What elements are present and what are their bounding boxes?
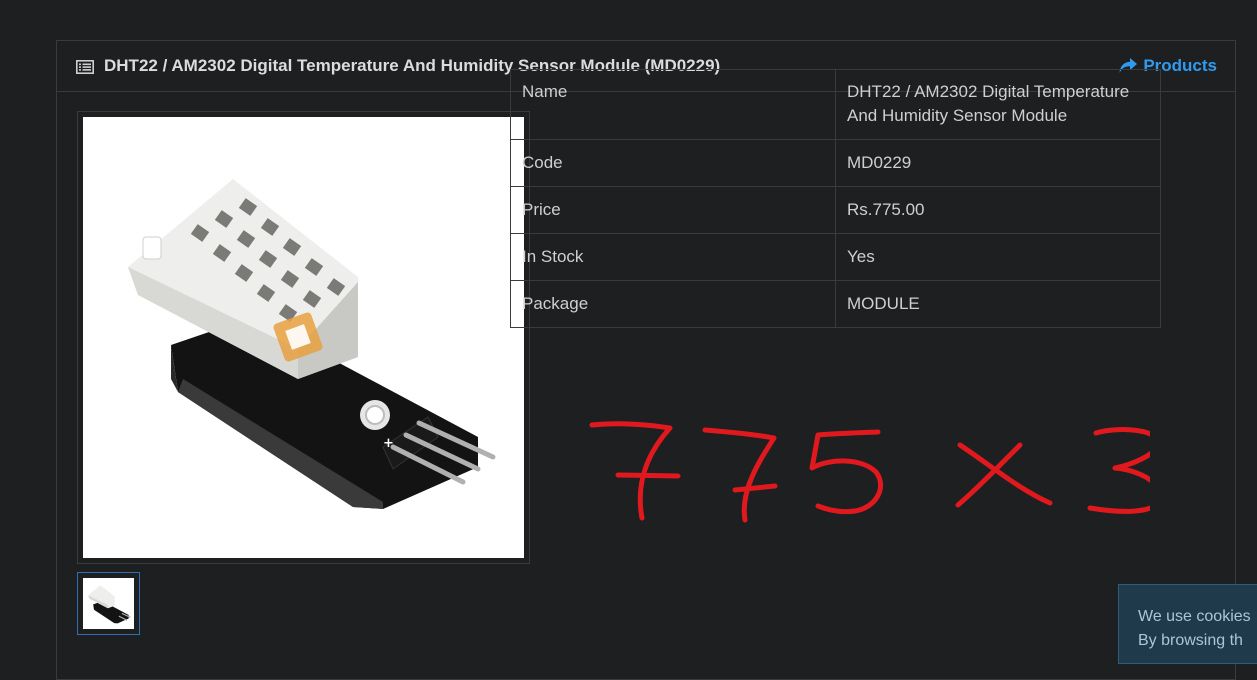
spec-value: MODULE [835,280,1161,328]
spec-key: In Stock [510,233,836,281]
spec-value: MD0229 [835,139,1161,187]
svg-text:+: + [383,436,394,451]
thumbnail-picture [83,578,134,629]
spec-key: Price [510,186,836,234]
spec-value: Rs.775.00 [835,186,1161,234]
list-alt-icon [76,59,94,74]
spec-key: Code [510,139,836,187]
table-row: Name DHT22 / AM2302 Digital Temperature … [510,69,1161,140]
product-spec-table: Name DHT22 / AM2302 Digital Temperature … [510,69,1161,328]
main-product-image-frame[interactable]: + - [77,111,530,564]
handwritten-annotation [589,421,1150,523]
svg-text:-: - [423,398,428,413]
table-row: In Stock Yes [510,233,1161,281]
thumbnail-image[interactable] [77,572,140,635]
main-product-image: + - [83,117,524,558]
table-row: Package MODULE [510,280,1161,328]
cookie-text-line1: We use cookies [1138,608,1251,625]
table-row: Price Rs.775.00 [510,186,1161,234]
spec-key: Name [510,69,836,140]
cookie-banner[interactable]: We use cookies By browsing th [1118,584,1257,664]
table-row: Code MD0229 [510,139,1161,187]
spec-value: DHT22 / AM2302 Digital Temperature And H… [835,69,1161,140]
spec-value: Yes [835,233,1161,281]
cookie-text-line2: By browsing th [1138,632,1243,649]
spec-key: Package [510,280,836,328]
